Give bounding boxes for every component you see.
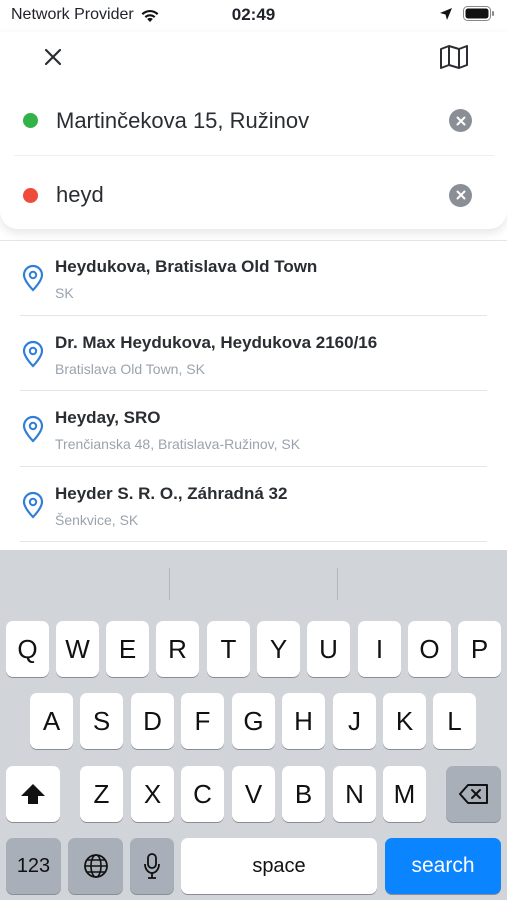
location-pin-icon <box>22 415 44 443</box>
backspace-icon <box>458 784 488 804</box>
numbers-key[interactable]: 123 <box>6 838 61 894</box>
delete-key[interactable] <box>446 766 501 822</box>
route-panel: Martinčekova 15, Ružinov heyd <box>0 32 507 229</box>
origin-dot <box>23 113 38 128</box>
close-button[interactable] <box>38 42 68 72</box>
clear-destination-button[interactable] <box>449 183 472 207</box>
status-bar: Network Provider 02:49 <box>0 0 507 32</box>
status-icons <box>439 6 495 21</box>
result-title: Dr. Max Heydukova, Heydukova 2160/16 <box>55 332 378 352</box>
search-results-list: Heydukova, Bratislava Old Town SK Dr. Ma… <box>0 240 507 542</box>
key-a[interactable]: A <box>30 693 73 749</box>
key-o[interactable]: O <box>408 621 451 677</box>
key-l[interactable]: L <box>433 693 476 749</box>
shift-icon <box>21 784 45 804</box>
space-key[interactable]: space <box>181 838 377 894</box>
map-icon <box>440 45 468 69</box>
key-f[interactable]: F <box>181 693 224 749</box>
globe-key[interactable] <box>68 838 123 894</box>
destination-text: heyd <box>56 182 104 207</box>
result-item[interactable]: Heyday, SRO Trenčianska 48, Bratislava-R… <box>20 391 487 467</box>
result-subtitle: Trenčianska 48, Bratislava-Ružinov, SK <box>55 436 301 452</box>
location-pin-icon <box>22 491 44 519</box>
location-pin-icon <box>22 264 44 292</box>
result-item[interactable]: Heydukova, Bratislava Old Town SK <box>20 240 487 316</box>
key-y[interactable]: Y <box>257 621 300 677</box>
location-pin-icon <box>22 340 44 368</box>
origin-text: Martinčekova 15, Ružinov <box>56 107 310 133</box>
key-b[interactable]: B <box>282 766 325 822</box>
result-subtitle: Šenkvice, SK <box>55 511 139 528</box>
key-u[interactable]: U <box>307 621 350 677</box>
key-h[interactable]: H <box>282 693 325 749</box>
microphone-icon <box>144 853 160 879</box>
search-key[interactable]: search <box>385 838 501 894</box>
result-title: Heyday, SRO <box>55 408 161 427</box>
result-title: Heyder S. R. O., Záhradná 32 <box>55 483 288 503</box>
result-subtitle: Bratislava Old Town, SK <box>55 360 205 377</box>
destination-dot <box>23 187 38 203</box>
key-t[interactable]: T <box>207 621 250 677</box>
microphone-key[interactable] <box>130 838 174 894</box>
key-g[interactable]: G <box>232 693 275 749</box>
location-arrow-icon <box>440 7 452 20</box>
result-subtitle: SK <box>55 285 74 301</box>
key-r[interactable]: R <box>156 621 199 677</box>
battery-icon <box>463 6 494 21</box>
key-q[interactable]: Q <box>6 621 49 677</box>
key-e[interactable]: E <box>106 621 149 677</box>
predictive-bar <box>0 550 507 616</box>
close-icon <box>44 48 62 66</box>
result-item[interactable]: Dr. Max Heydukova, Heydukova 2160/16 Bra… <box>20 316 487 391</box>
result-item[interactable]: Heyder S. R. O., Záhradná 32 Šenkvice, S… <box>20 467 487 542</box>
key-s[interactable]: S <box>80 693 123 749</box>
key-j[interactable]: J <box>333 693 376 749</box>
key-p[interactable]: P <box>458 621 501 677</box>
key-z[interactable]: Z <box>80 766 123 822</box>
key-d[interactable]: D <box>131 693 174 749</box>
shift-key[interactable] <box>6 766 60 822</box>
key-w[interactable]: W <box>56 621 99 677</box>
destination-field[interactable]: heyd <box>14 160 494 230</box>
key-i[interactable]: I <box>358 621 401 677</box>
clear-icon <box>456 116 465 125</box>
clear-icon <box>456 190 465 200</box>
key-m[interactable]: M <box>383 766 426 822</box>
map-button[interactable] <box>437 42 471 72</box>
clear-origin-button[interactable] <box>449 109 472 132</box>
keyboard: Q W E R T Y U I O P A S D F G H J K L Z … <box>0 550 507 900</box>
key-c[interactable]: C <box>181 766 224 822</box>
globe-icon <box>83 854 108 878</box>
key-x[interactable]: X <box>131 766 174 822</box>
predictive-separator <box>337 568 338 600</box>
clock: 02:49 <box>231 5 276 24</box>
result-title: Heydukova, Bratislava Old Town <box>55 257 318 276</box>
predictive-separator <box>169 568 170 600</box>
key-k[interactable]: K <box>383 693 426 749</box>
origin-field[interactable]: Martinčekova 15, Ružinov <box>14 86 494 156</box>
key-v[interactable]: V <box>232 766 275 822</box>
key-n[interactable]: N <box>333 766 376 822</box>
